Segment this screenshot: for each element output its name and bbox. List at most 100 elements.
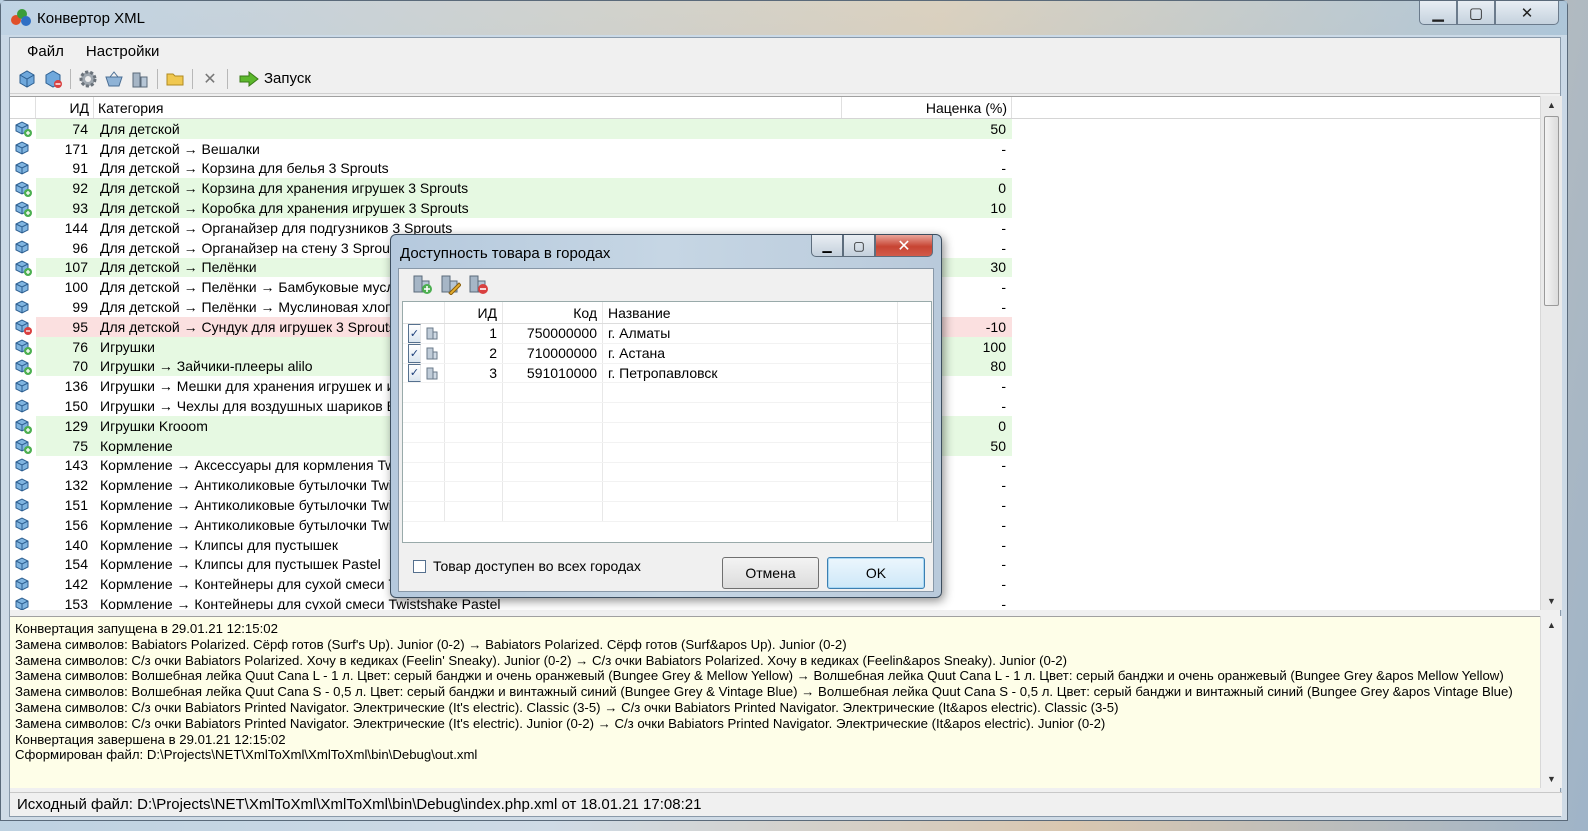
checkbox-icon[interactable] [413, 559, 426, 573]
dialog-maximize-button[interactable]: ▢ [843, 235, 875, 257]
cell-name: г. Астана [603, 343, 898, 363]
header-id[interactable]: ИД [36, 97, 94, 118]
menu-bar: Файл Настройки [10, 38, 1560, 64]
category-icon [10, 415, 36, 436]
all-cities-label: Товар доступен во всех городах [433, 558, 641, 574]
cities-header-id[interactable]: ИД [445, 302, 503, 323]
remove-category-icon[interactable] [40, 67, 66, 91]
basket-icon[interactable] [101, 67, 127, 91]
cell-markup: 0 [842, 178, 1012, 199]
city-checkbox[interactable]: ✓ [408, 343, 421, 363]
cancel-button[interactable]: Отмена [722, 557, 819, 589]
all-cities-checkbox[interactable]: Товар доступен во всех городах [413, 558, 641, 574]
dialog-minimize-button[interactable]: ▁ [811, 235, 843, 257]
category-icon [10, 574, 36, 595]
dialog-toolbar [399, 269, 933, 299]
cell-id: 91 [72, 160, 88, 177]
remove-city-icon[interactable] [465, 272, 491, 296]
city-row[interactable]: ✓ 3 591010000 г. Петропавловск [403, 363, 931, 384]
cell-markup: 10 [842, 198, 1012, 218]
cities-header-name[interactable]: Название [603, 302, 898, 323]
maximize-button[interactable]: ▢ [1457, 1, 1495, 25]
close-button[interactable]: ✕ [1495, 1, 1559, 25]
gear-icon[interactable] [75, 67, 101, 91]
table-row[interactable]: 171 Для детской → Вешалки - [10, 138, 1540, 159]
status-bar: Исходный файл: D:\Projects\NET\XmlToXml\… [10, 792, 1562, 816]
empty-row [403, 442, 931, 463]
cell-id: 100 [64, 279, 88, 296]
add-category-icon[interactable] [14, 67, 40, 91]
category-icon [10, 217, 36, 238]
ok-button[interactable]: OK [827, 557, 925, 589]
building-icon [426, 367, 438, 380]
table-row[interactable]: 91 Для детской → Корзина для белья 3 Spro… [10, 158, 1540, 179]
city-row[interactable]: ✓ 2 710000000 г. Астана [403, 343, 931, 364]
category-icon [10, 297, 36, 317]
cell-name: г. Алматы [603, 324, 898, 343]
dialog-footer: Товар доступен во всех городах Отмена OK [399, 545, 933, 593]
cell-id: 3 [445, 363, 503, 383]
cities-icon[interactable] [127, 67, 153, 91]
cell-id: 1 [445, 324, 503, 343]
log-scrollbar[interactable]: ▲ ▼ [1540, 616, 1562, 788]
menu-file[interactable]: Файл [16, 43, 75, 60]
cell-id: 144 [64, 219, 88, 236]
title-bar: Конвертор XML ▁ ▢ ✕ [1, 1, 1567, 35]
edit-city-icon[interactable] [437, 272, 463, 296]
empty-row [403, 403, 931, 423]
cell-id: 154 [64, 556, 88, 573]
menu-settings[interactable]: Настройки [75, 43, 171, 60]
cell-id: 2 [445, 343, 503, 363]
minimize-button[interactable]: ▁ [1419, 1, 1457, 25]
city-checkbox[interactable]: ✓ [408, 324, 421, 343]
delete-icon[interactable]: ✕ [197, 67, 223, 91]
cell-markup: - [1001, 140, 1006, 157]
building-icon [426, 347, 438, 360]
category-icon [10, 178, 36, 199]
category-icon [10, 396, 36, 416]
run-button[interactable]: Запуск [232, 67, 317, 91]
grid-scrollbar[interactable]: ▲ ▼ [1540, 96, 1562, 610]
cell-id: 92 [36, 178, 94, 199]
table-row[interactable]: 92 Для детской → Корзина для хранения игр… [10, 178, 1540, 199]
header-markup[interactable]: Наценка (%) [842, 97, 1012, 118]
dialog-close-button[interactable]: ✕ [875, 235, 933, 257]
log-line: Замена символов: С/з очки Babiators Pola… [15, 652, 1067, 668]
log-panel: Конвертация запущена в 29.01.21 12:15:02… [10, 616, 1540, 788]
dialog-title: Доступность товара в городах [400, 245, 611, 262]
cell-id: 75 [36, 435, 94, 456]
cell-id: 142 [64, 576, 88, 593]
category-icon [10, 336, 36, 357]
cell-markup: 50 [842, 119, 1012, 139]
building-icon [426, 327, 438, 340]
city-availability-dialog: Доступность товара в городах ▁ ▢ ✕ ИД Ко… [390, 234, 942, 598]
header-category[interactable]: Категория [94, 97, 842, 118]
cell-code: 591010000 [503, 363, 603, 383]
cell-id: 151 [64, 497, 88, 514]
cell-category: Для детской [94, 119, 842, 139]
category-icon [10, 514, 36, 535]
city-checkbox[interactable]: ✓ [408, 363, 421, 383]
cell-id: 143 [64, 457, 88, 474]
cell-id: 74 [36, 119, 94, 139]
table-row[interactable]: 93 Для детской → Коробка для хранения игр… [10, 198, 1540, 218]
cell-category: Для детской → Корзина для хранения игруш… [94, 178, 842, 199]
dialog-client: ИД Код Название ✓ 1 750000000 г. Алматы ✓ 2 71… [398, 268, 934, 592]
cities-header-code[interactable]: Код [503, 302, 603, 323]
open-folder-icon[interactable] [162, 67, 188, 91]
log-line: Конвертация запущена в 29.01.21 12:15:02 [15, 621, 278, 636]
cell-id: 76 [36, 336, 94, 357]
cell-id: 153 [64, 596, 88, 610]
run-button-label: Запуск [264, 70, 311, 87]
city-row[interactable]: ✓ 1 750000000 г. Алматы [403, 324, 931, 344]
empty-row [403, 482, 931, 503]
category-icon [10, 475, 36, 496]
category-icon [10, 534, 36, 555]
cell-id: 156 [64, 516, 88, 533]
cell-category: Для детской → Вешалки [100, 140, 260, 157]
category-icon [10, 277, 36, 298]
cell-id: 132 [64, 477, 88, 494]
cell-id: 96 [72, 239, 88, 256]
table-row[interactable]: 74 Для детской 50 [10, 119, 1540, 139]
add-city-icon[interactable] [409, 272, 435, 296]
